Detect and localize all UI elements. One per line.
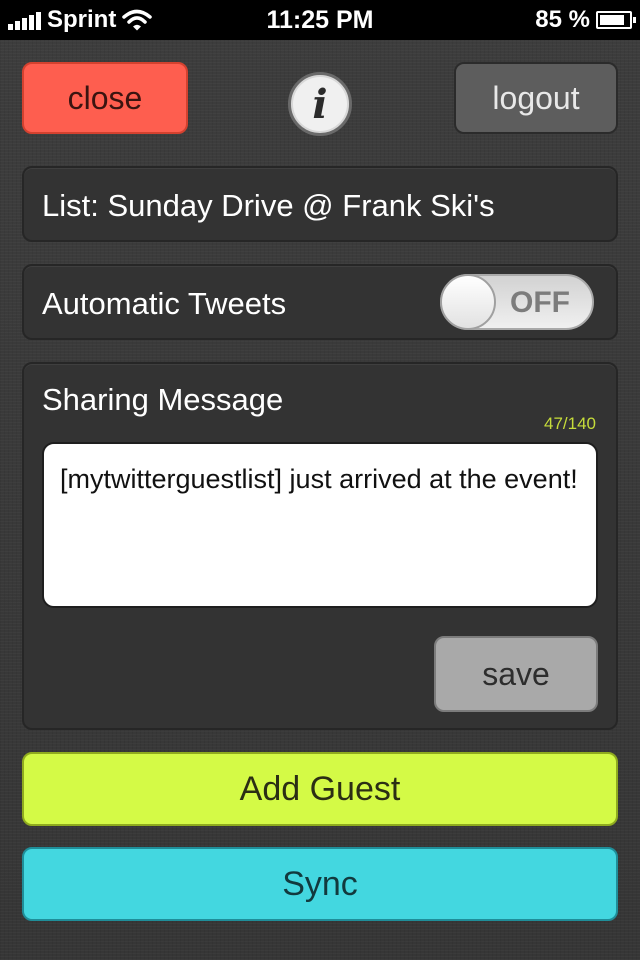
- sharing-message-label: Sharing Message: [42, 382, 284, 417]
- status-right: 85 %: [535, 6, 636, 34]
- battery-percent: 85 %: [535, 6, 590, 33]
- status-bar: Sprint 11:25 PM 85 %: [0, 0, 640, 40]
- character-counter: 47/140: [544, 414, 596, 433]
- toggle-state-label: OFF: [510, 286, 570, 319]
- list-name: List: Sunday Drive @ Frank Ski's: [42, 188, 495, 223]
- automatic-tweets-label: Automatic Tweets: [42, 286, 287, 321]
- list-panel: List: Sunday Drive @ Frank Ski's: [22, 166, 618, 242]
- battery-icon: [596, 11, 636, 29]
- sync-button[interactable]: Sync: [22, 847, 618, 921]
- sharing-message-input[interactable]: [mytwitterguestlist] just arrived at the…: [42, 442, 598, 608]
- info-icon[interactable]: i: [288, 72, 352, 136]
- automatic-tweets-panel: Automatic Tweets OFF: [22, 264, 618, 340]
- battery-fill: [600, 15, 624, 25]
- save-button[interactable]: save: [434, 636, 598, 712]
- automatic-tweets-toggle[interactable]: OFF: [440, 274, 594, 330]
- logout-button[interactable]: logout: [454, 62, 618, 134]
- add-guest-button[interactable]: Add Guest: [22, 752, 618, 826]
- toggle-knob[interactable]: [440, 274, 496, 330]
- sharing-message-panel: Sharing Message 47/140 [mytwitterguestli…: [22, 362, 618, 730]
- close-button[interactable]: close: [22, 62, 188, 134]
